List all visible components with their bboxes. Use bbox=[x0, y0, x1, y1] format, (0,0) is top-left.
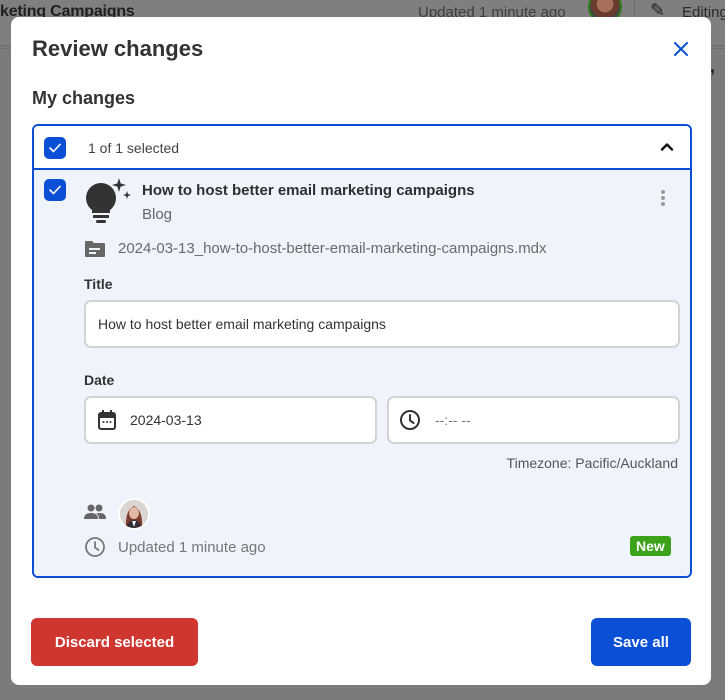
calendar-icon bbox=[98, 410, 116, 430]
date-label: Date bbox=[84, 372, 115, 388]
people-icon bbox=[84, 504, 106, 519]
discard-selected-button[interactable]: Discard selected bbox=[31, 618, 198, 666]
date-input[interactable] bbox=[130, 412, 375, 428]
check-icon bbox=[49, 185, 61, 195]
status-badge: New bbox=[630, 536, 671, 556]
more-options-button[interactable] bbox=[648, 180, 678, 216]
clock-icon bbox=[400, 410, 420, 430]
date-field[interactable] bbox=[84, 396, 377, 444]
item-checkbox[interactable] bbox=[44, 179, 66, 201]
collaborator-avatar[interactable] bbox=[118, 498, 150, 530]
updated-text: Updated 1 minute ago bbox=[118, 539, 266, 556]
avatar-image bbox=[120, 500, 148, 528]
file-name: 2024-03-13_how-to-host-better-email-mark… bbox=[118, 240, 547, 257]
section-title: My changes bbox=[32, 88, 136, 108]
folder-icon bbox=[85, 241, 105, 257]
time-field[interactable] bbox=[387, 396, 680, 444]
title-input[interactable] bbox=[98, 316, 678, 332]
close-icon bbox=[674, 42, 688, 56]
lightbulb-sparkle-icon bbox=[86, 178, 131, 223]
save-all-button[interactable]: Save all bbox=[591, 618, 691, 666]
change-item: How to host better email marketing campa… bbox=[34, 170, 690, 576]
selected-count: 1 of 1 selected bbox=[88, 140, 180, 156]
check-icon bbox=[49, 143, 61, 153]
more-vertical-icon bbox=[661, 190, 665, 206]
title-field[interactable] bbox=[84, 300, 680, 348]
collapse-button[interactable] bbox=[658, 138, 676, 156]
group-header[interactable]: 1 of 1 selected bbox=[34, 126, 690, 170]
change-group: 1 of 1 selected How to host better email… bbox=[32, 124, 692, 578]
title-label: Title bbox=[84, 276, 113, 292]
review-changes-modal: Review changes My changes 1 of 1 selecte… bbox=[11, 17, 711, 685]
select-all-checkbox[interactable] bbox=[44, 137, 66, 159]
time-input[interactable] bbox=[435, 412, 678, 428]
clock-icon bbox=[85, 537, 105, 557]
item-title[interactable]: How to host better email marketing campa… bbox=[142, 182, 475, 199]
close-button[interactable] bbox=[669, 37, 693, 61]
timezone-text: Timezone: Pacific/Auckland bbox=[506, 455, 678, 471]
item-type: Blog bbox=[142, 206, 173, 223]
modal-title: Review changes bbox=[32, 36, 204, 61]
chevron-up-icon bbox=[660, 143, 674, 151]
